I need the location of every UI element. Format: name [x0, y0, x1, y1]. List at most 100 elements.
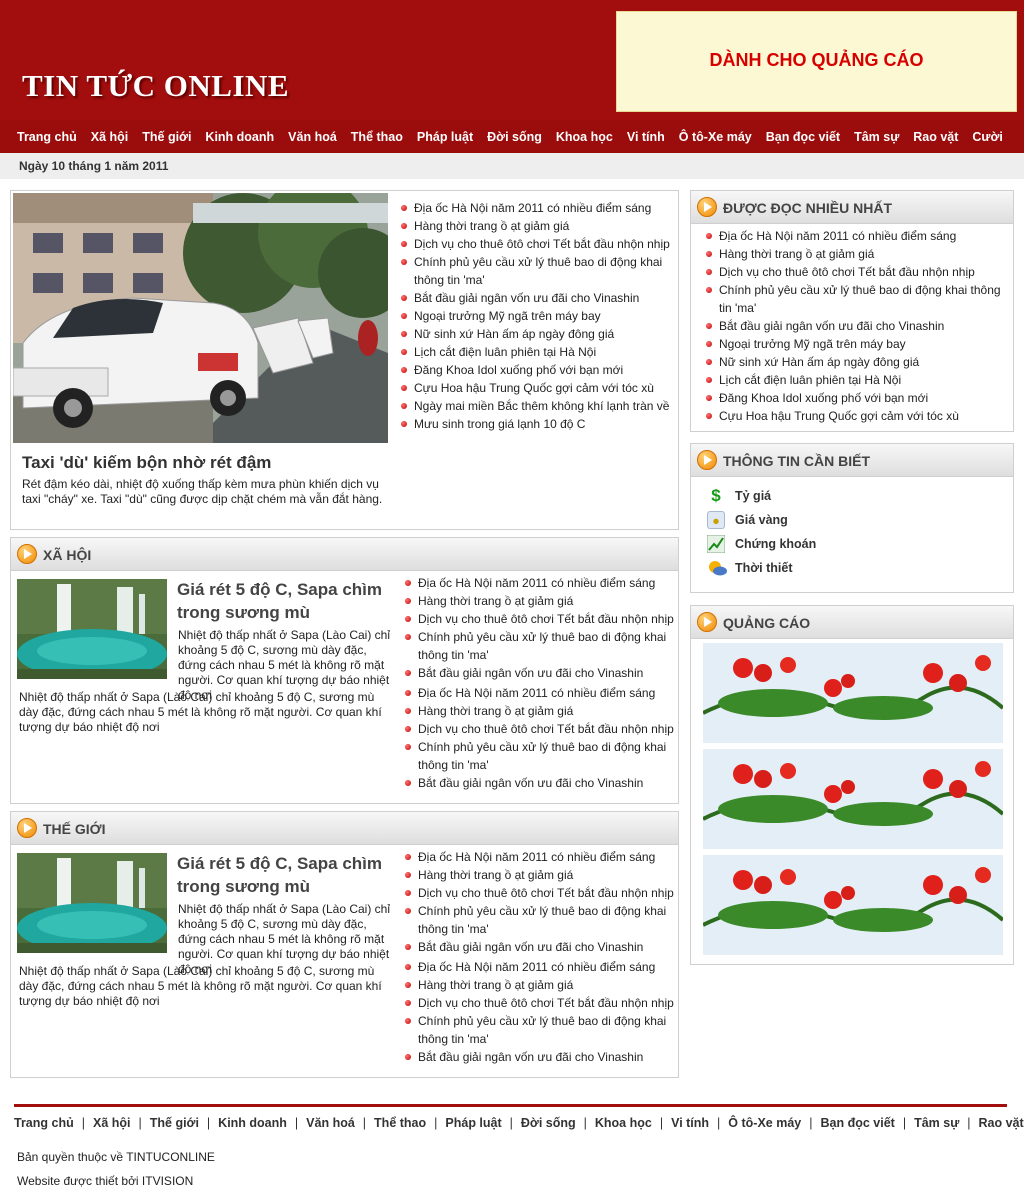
- news-link[interactable]: Địa ốc Hà Nội năm 2011 có nhiều điểm sán…: [400, 199, 675, 217]
- nav-item-rao-vat[interactable]: Rao vặt: [906, 130, 965, 144]
- footer-nav-item-rao-vat[interactable]: Rao vặt: [979, 1116, 1024, 1130]
- weather-icon: [707, 559, 727, 577]
- arrow-right-icon: [17, 544, 37, 564]
- news-link[interactable]: Đăng Khoa Idol xuống phố với bạn mới: [400, 361, 675, 379]
- footer-nav-item-xa-hoi[interactable]: Xã hội: [93, 1116, 131, 1130]
- nav-item-van-hoa[interactable]: Văn hoá: [281, 130, 344, 144]
- featured-summary: Rét đậm kéo dài, nhiệt độ xuống thấp kèm…: [22, 477, 383, 506]
- nav-item-o-to-xe-may[interactable]: Ô tô-Xe máy: [672, 130, 759, 144]
- news-link[interactable]: Dịch vụ cho thuê ôtô chơi Tết bắt đầu nh…: [705, 263, 1005, 281]
- news-link[interactable]: Dịch vụ cho thuê ôtô chơi Tết bắt đầu nh…: [404, 610, 676, 628]
- section-header-xa-hoi: XÃ HỘI: [11, 538, 678, 571]
- news-link[interactable]: Bắt đầu giải ngân vốn ưu đãi cho Vinashi…: [404, 1048, 676, 1066]
- news-link[interactable]: Hàng thời trang ồ ạt giảm giá: [404, 702, 676, 720]
- news-link[interactable]: Bắt đầu giải ngân vốn ưu đãi cho Vinashi…: [404, 938, 676, 956]
- header-ad-banner[interactable]: DÀNH CHO QUẢNG CÁO: [616, 11, 1017, 112]
- footer-nav-item-van-hoa[interactable]: Văn hoá: [306, 1116, 355, 1130]
- news-link[interactable]: Chính phủ yêu cầu xử lý thuê bao di động…: [400, 253, 675, 289]
- section-box-the-gioi: THẾ GIỚI Giá rét 5 độ C, Sapa chìm trong…: [10, 811, 679, 1078]
- footer-nav-item-tam-su[interactable]: Tâm sự: [914, 1116, 959, 1130]
- news-link[interactable]: Hàng thời trang ồ ạt giảm giá: [404, 866, 676, 884]
- ad-image-1[interactable]: [703, 643, 1003, 743]
- nav-item-doi-song[interactable]: Đời sống: [480, 130, 549, 144]
- news-link[interactable]: Dịch vụ cho thuê ôtô chơi Tết bắt đầu nh…: [404, 720, 676, 738]
- nav-item-vi-tinh[interactable]: Vi tính: [620, 130, 672, 144]
- nav-item-kinh-doanh[interactable]: Kinh doanh: [198, 130, 281, 144]
- news-link[interactable]: Bắt đầu giải ngân vốn ưu đãi cho Vinashi…: [705, 317, 1005, 335]
- news-link[interactable]: Chính phủ yêu cầu xử lý thuê bao di động…: [705, 281, 1005, 317]
- featured-taxi-image[interactable]: [13, 193, 388, 443]
- news-link[interactable]: Địa ốc Hà Nội năm 2011 có nhiều điểm sán…: [404, 574, 676, 592]
- footer-nav-item-doi-song[interactable]: Đời sống: [521, 1116, 576, 1130]
- arrow-right-icon: [17, 818, 37, 838]
- exchange-rate-link[interactable]: $ Tỷ giá: [707, 487, 771, 505]
- footer-nav-item-o-to-xe-may[interactable]: Ô tô-Xe máy: [728, 1116, 801, 1130]
- news-link[interactable]: Chính phủ yêu cầu xử lý thuê bao di động…: [404, 738, 676, 774]
- designer-credit: Website được thiết bởi ITVISION: [17, 1174, 194, 1188]
- footer-nav-item-phap-luat[interactable]: Pháp luật: [445, 1116, 501, 1130]
- news-link[interactable]: Cựu Hoa hậu Trung Quốc gợi cảm với tóc x…: [400, 379, 675, 397]
- nav-item-the-gioi[interactable]: Thế giới: [135, 130, 198, 144]
- nav-item-khoa-hoc[interactable]: Khoa học: [549, 130, 620, 144]
- news-link[interactable]: Chính phủ yêu cầu xử lý thuê bao di động…: [404, 902, 676, 938]
- section-image-the-gioi[interactable]: [17, 853, 167, 953]
- news-link[interactable]: Dịch vụ cho thuê ôtô chơi Tết bắt đầu nh…: [400, 235, 675, 253]
- news-link[interactable]: Chính phủ yêu cầu xử lý thuê bao di động…: [404, 628, 676, 664]
- section-image-xa-hoi[interactable]: [17, 579, 167, 679]
- stock-link[interactable]: Chứng khoán: [706, 534, 816, 554]
- news-link[interactable]: Hàng thời trang ồ ạt giảm giá: [404, 976, 676, 994]
- news-link[interactable]: Địa ốc Hà Nội năm 2011 có nhiều điểm sán…: [404, 958, 676, 976]
- footer-nav-item-kinh-doanh[interactable]: Kinh doanh: [218, 1116, 287, 1130]
- arrow-right-icon: [697, 612, 717, 632]
- footer-nav-item-the-thao[interactable]: Thể thao: [374, 1116, 426, 1130]
- featured-headline[interactable]: Taxi 'dù' kiếm bộn nhờ rét đậm: [22, 453, 271, 473]
- section-title-the-gioi[interactable]: THẾ GIỚI: [43, 821, 106, 837]
- ad-image-3[interactable]: [703, 855, 1003, 955]
- main-nav: Trang chủ Xã hội Thế giới Kinh doanh Văn hoá…: [0, 120, 1024, 153]
- news-link[interactable]: Địa ốc Hà Nội năm 2011 có nhiều điểm sán…: [404, 848, 676, 866]
- news-link[interactable]: Dịch vụ cho thuê ôtô chơi Tết bắt đầu nh…: [404, 994, 676, 1012]
- site-title[interactable]: TIN TỨC ONLINE: [22, 68, 289, 104]
- nav-item-tam-su[interactable]: Tâm sự: [847, 130, 906, 144]
- nav-item-phap-luat[interactable]: Pháp luật: [410, 130, 480, 144]
- news-link[interactable]: Địa ốc Hà Nội năm 2011 có nhiều điểm sán…: [404, 684, 676, 702]
- nav-item-trang-chu[interactable]: Trang chủ: [10, 130, 84, 144]
- gold-price-link[interactable]: ● Giá vàng: [707, 511, 788, 529]
- news-link[interactable]: Bắt đầu giải ngân vốn ưu đãi cho Vinashi…: [404, 664, 676, 682]
- nav-item-cuoi[interactable]: Cười: [965, 130, 1009, 144]
- section-headline-the-gioi[interactable]: Giá rét 5 độ C, Sapa chìm trong sương mù: [177, 852, 402, 898]
- footer-nav-item-trang-chu[interactable]: Trang chủ: [14, 1116, 74, 1130]
- nav-item-the-thao[interactable]: Thể thao: [344, 130, 410, 144]
- news-link[interactable]: Ngoại trưởng Mỹ ngã trên máy bay: [705, 335, 1005, 353]
- info-title: THÔNG TIN CẦN BIẾT: [723, 453, 870, 469]
- news-link[interactable]: Nữ sinh xứ Hàn ấm áp ngày đông giá: [400, 325, 675, 343]
- footer-nav-item-ban-doc-viet[interactable]: Bạn đọc viết: [820, 1116, 894, 1130]
- news-link[interactable]: Ngoại trưởng Mỹ ngã trên máy bay: [400, 307, 675, 325]
- news-link[interactable]: Cựu Hoa hậu Trung Quốc gợi cảm với tóc x…: [705, 407, 1005, 425]
- news-link[interactable]: Bắt đầu giải ngân vốn ưu đãi cho Vinashi…: [400, 289, 675, 307]
- section-headline-xa-hoi[interactable]: Giá rét 5 độ C, Sapa chìm trong sương mù: [177, 578, 402, 624]
- news-link[interactable]: Mưu sinh trong giá lạnh 10 độ C: [400, 415, 675, 433]
- news-link[interactable]: Địa ốc Hà Nội năm 2011 có nhiều điểm sán…: [705, 227, 1005, 245]
- footer-nav-item-khoa-hoc[interactable]: Khoa học: [595, 1116, 652, 1130]
- section-title-xa-hoi[interactable]: XÃ HỘI: [43, 547, 91, 563]
- footer-nav-item-the-gioi[interactable]: Thế giới: [150, 1116, 199, 1130]
- news-link[interactable]: Chính phủ yêu cầu xử lý thuê bao di động…: [404, 1012, 676, 1048]
- news-link[interactable]: Nữ sinh xứ Hàn ấm áp ngày đông giá: [705, 353, 1005, 371]
- news-link[interactable]: Ngày mai miền Bắc thêm không khí lạnh tr…: [400, 397, 675, 415]
- news-link[interactable]: Lịch cắt điện luân phiên tại Hà Nội: [705, 371, 1005, 389]
- nav-item-ban-doc-viet[interactable]: Bạn đọc viết: [759, 130, 847, 144]
- footer-nav-item-vi-tinh[interactable]: Vi tính: [671, 1116, 709, 1130]
- news-link[interactable]: Bắt đầu giải ngân vốn ưu đãi cho Vinashi…: [404, 774, 676, 792]
- news-link[interactable]: Hàng thời trang ồ ạt giảm giá: [404, 592, 676, 610]
- section-summary2-the-gioi: Nhiệt độ thấp nhất ở Sapa (Lào Cai) chỉ …: [19, 964, 382, 1008]
- ad-image-2[interactable]: [703, 749, 1003, 849]
- news-link[interactable]: Hàng thời trang ồ ạt giảm giá: [400, 217, 675, 235]
- weather-link[interactable]: Thời thiết: [707, 559, 793, 577]
- nav-item-xa-hoi[interactable]: Xã hội: [84, 130, 136, 144]
- news-link[interactable]: Hàng thời trang ồ ạt giảm giá: [705, 245, 1005, 263]
- info-item-label: Thời thiết: [735, 561, 793, 575]
- news-link[interactable]: Lịch cắt điện luân phiên tại Hà Nội: [400, 343, 675, 361]
- news-link[interactable]: Đăng Khoa Idol xuống phố với bạn mới: [705, 389, 1005, 407]
- news-link[interactable]: Dịch vụ cho thuê ôtô chơi Tết bắt đầu nh…: [404, 884, 676, 902]
